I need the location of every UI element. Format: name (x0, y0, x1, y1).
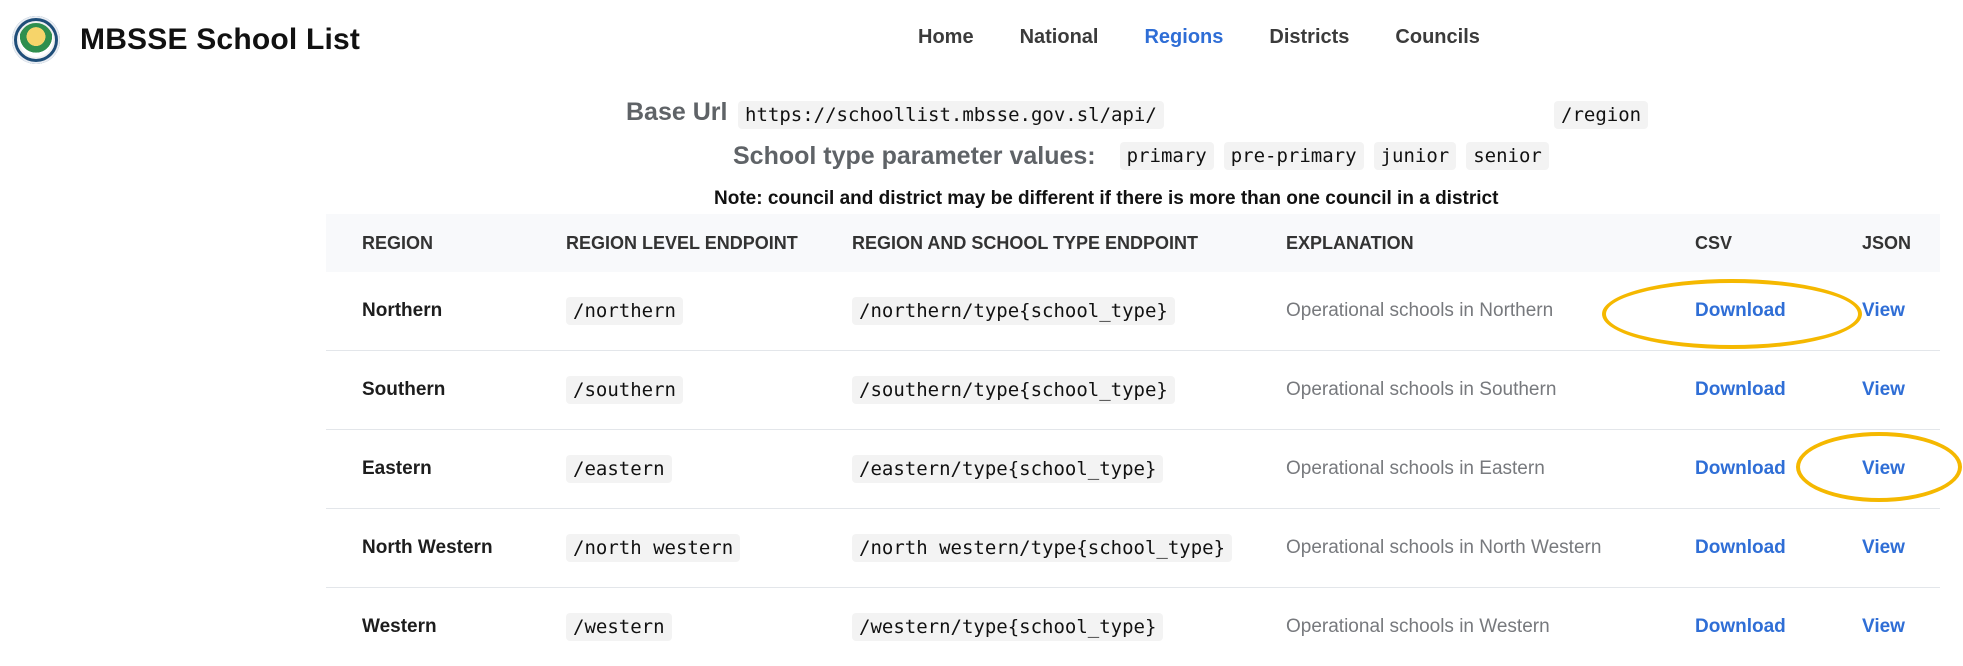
type-value-pre-primary: pre-primary (1223, 142, 1364, 170)
base-url-code: https://schoollist.mbsse.gov.sl/api/ (738, 101, 1164, 129)
explanation: Operational schools in Northern (1286, 300, 1554, 321)
base-url-row: Base Url https://schoollist.mbsse.gov.sl… (626, 98, 1666, 134)
header-explanation: EXPLANATION (1286, 233, 1414, 253)
school-type-label: School type parameter values: (733, 141, 1096, 170)
type-endpoint: /western/type{school_type} (852, 613, 1164, 641)
csv-download-link[interactable]: Download (1695, 458, 1786, 480)
school-type-row: School type parameter values: primary pr… (733, 138, 1559, 174)
csv-download-link[interactable]: Download (1695, 379, 1786, 401)
csv-download-link[interactable]: Download (1695, 616, 1786, 638)
header-json: JSON (1862, 233, 1912, 253)
json-view-link[interactable]: View (1862, 300, 1905, 322)
base-url-label: Base Url (626, 98, 728, 126)
regions-table: REGION REGION LEVEL ENDPOINT REGION AND … (326, 214, 1940, 666)
brand[interactable]: MBSSE School List (12, 14, 360, 66)
explanation: Operational schools in North Western (1286, 537, 1602, 558)
explanation: Operational schools in Southern (1286, 379, 1557, 400)
nav-districts[interactable]: Districts (1269, 26, 1349, 49)
type-value-junior: junior (1373, 142, 1457, 170)
region-name: North Western (362, 537, 493, 558)
type-endpoint: /southern/type{school_type} (852, 376, 1175, 404)
table-row: Southern /southern /southern/type{school… (326, 351, 1940, 430)
region-name: Southern (362, 379, 446, 400)
region-name: Northern (362, 300, 443, 321)
header-region-endpoint: REGION LEVEL ENDPOINT (566, 233, 798, 253)
header-csv: CSV (1695, 233, 1733, 253)
region-endpoint: /northern (566, 297, 683, 325)
type-value-senior: senior (1466, 142, 1549, 170)
region-endpoint: /eastern (566, 455, 672, 483)
council-note: Note: council and district may be differ… (714, 188, 1499, 209)
json-view-link[interactable]: View (1862, 379, 1905, 401)
json-view-link[interactable]: View (1862, 458, 1905, 480)
nav-home[interactable]: Home (918, 26, 974, 49)
json-view-link[interactable]: View (1862, 616, 1905, 638)
type-value-primary: primary (1119, 142, 1214, 170)
region-name: Eastern (362, 458, 432, 479)
type-endpoint: /northern/type{school_type} (852, 297, 1175, 325)
nav-councils[interactable]: Councils (1395, 26, 1479, 49)
region-name: Western (362, 616, 437, 637)
table-row: Northern /northern /northern/type{school… (326, 272, 1940, 351)
table-row: Eastern /eastern /eastern/type{school_ty… (326, 430, 1940, 509)
main-nav: Home National Regions Districts Councils (918, 26, 1480, 49)
type-endpoint: /eastern/type{school_type} (852, 455, 1164, 483)
nav-national[interactable]: National (1020, 26, 1099, 49)
explanation: Operational schools in Western (1286, 616, 1550, 637)
header-type-endpoint: REGION AND SCHOOL TYPE ENDPOINT (852, 233, 1199, 253)
explanation: Operational schools in Eastern (1286, 458, 1545, 479)
table-header: REGION REGION LEVEL ENDPOINT REGION AND … (326, 214, 1940, 272)
coat-of-arms-icon (12, 16, 60, 64)
region-endpoint: /north western (566, 534, 741, 562)
table-row: Western /western /western/type{school_ty… (326, 588, 1940, 666)
table-row: North Western /north western /north west… (326, 509, 1940, 588)
region-endpoint: /western (566, 613, 672, 641)
csv-download-link[interactable]: Download (1695, 300, 1786, 322)
json-view-link[interactable]: View (1862, 537, 1905, 559)
base-url-suffix: /region (1554, 101, 1649, 129)
region-endpoint: /southern (566, 376, 683, 404)
header-region: REGION (362, 233, 434, 253)
site-title[interactable]: MBSSE School List (80, 23, 360, 57)
csv-download-link[interactable]: Download (1695, 537, 1786, 559)
nav-regions[interactable]: Regions (1144, 26, 1223, 49)
type-endpoint: /north western/type{school_type} (852, 534, 1233, 562)
